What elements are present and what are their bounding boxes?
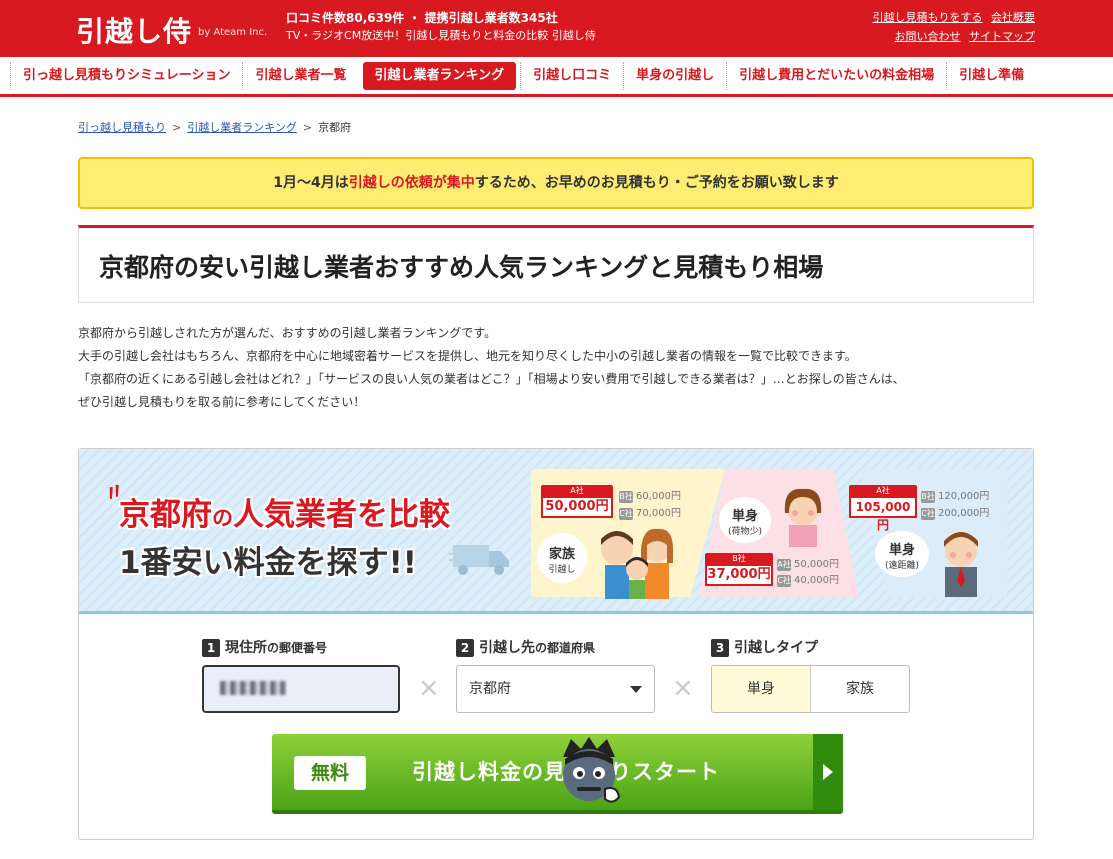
card3-b-price: B社 120,000円 (921, 491, 990, 503)
woman-illustration-icon (784, 488, 822, 547)
global-nav: 引っ越し見積もりシミュレーション 引越し業者一覧 引越し業者ランキング 引越し口… (0, 57, 1113, 97)
header-link-sitemap[interactable]: サイトマップ (969, 30, 1035, 43)
breadcrumb-separator: > (172, 121, 182, 134)
prefecture-select[interactable]: 京都府 (456, 665, 655, 713)
card1-bubble: 家族 引越し (537, 533, 587, 583)
notice-post: するため、お早めのお見積もり・ご予約をお願い致します (474, 175, 839, 191)
page-title-box: 京都府の安い引越し業者おすすめ人気ランキングと見積もり相場 (78, 225, 1034, 303)
breadcrumb-link-home[interactable]: 引っ越し見積もり (78, 121, 166, 134)
arrow-right-icon (823, 764, 833, 780)
card3-bubble: 単身 (遠距離) (875, 531, 929, 577)
logo-byline: by Ateam Inc. (198, 27, 268, 38)
card2-c-price: C社 40,000円 (777, 575, 839, 587)
estimate-panel: 〃 京都府の人気業者を比較 1番安い料金を探す!! A社 50,000円 B社 6… (78, 448, 1034, 840)
nav-item-ranking[interactable]: 引越し業者ランキング (362, 62, 517, 90)
site-header: 引越し侍 by Ateam Inc. 口コミ件数80,639件 ・ 提携引越し業… (0, 0, 1113, 57)
nav-item-single[interactable]: 単身の引越し (623, 62, 726, 90)
card1-c-price: C社 70,000円 (619, 508, 681, 520)
card3-main-price: 105,000円 (849, 496, 917, 532)
nav-item-reviews[interactable]: 引越し口コミ (520, 62, 623, 90)
header-link-company[interactable]: 会社概要 (991, 11, 1035, 24)
step3-label: 3 引越しタイプ (711, 637, 818, 657)
postal-code-redacted (220, 681, 286, 695)
step2-label: 2 引越し先の都道府県 (456, 637, 595, 657)
header-stats: 口コミ件数80,639件 ・ 提携引越し業者数345社 (286, 11, 558, 25)
header-tagline: TV・ラジオCM放送中！引越し見積もりと料金の比較 引越し侍 (286, 29, 596, 42)
times-icon: × (418, 673, 440, 703)
nav-item-company-list[interactable]: 引越し業者一覧 (242, 62, 358, 90)
nav-item-prep[interactable]: 引越し準備 (946, 62, 1036, 90)
banner-subheading: 1番安い料金を探す!! (119, 545, 417, 581)
breadcrumb-link-ranking[interactable]: 引越し業者ランキング (187, 121, 297, 134)
truck-icon (449, 545, 509, 575)
move-type-toggle: 単身 家族 (711, 665, 910, 713)
card1-main-price: 50,000円 (541, 496, 613, 518)
intro-line: 大手の引越し会社はもちろん、京都府を中心に地域密着サービスを提供し、地元を知り尽… (78, 349, 857, 363)
card2-company-tag: B社 (705, 553, 773, 564)
intro-line: 京都府から引越しされた方が選んだ、おすすめの引越し業者ランキングです。 (78, 326, 497, 340)
postal-code-input[interactable] (202, 665, 400, 713)
page-title: 京都府の安い引越し業者おすすめ人気ランキングと見積もり相場 (99, 253, 824, 282)
card3-company-tag: A社 (849, 485, 917, 496)
header-links: 引越し見積もりをする 会社概要 お問い合わせ サイトマップ (868, 8, 1036, 46)
caret-down-icon (630, 686, 642, 693)
breadcrumb-current: 京都府 (318, 121, 352, 134)
notice-highlight: 引越しの依頼が集中 (348, 175, 475, 191)
step1-label: 1 現住所の郵便番号 (202, 637, 327, 657)
card1-company-tag: A社 (541, 485, 613, 496)
card3-c-price: C社 200,000円 (921, 508, 990, 520)
free-badge: 無料 (294, 756, 366, 790)
card2-main-price: 37,000円 (705, 564, 773, 586)
card2-a-price: A社 50,000円 (777, 559, 839, 571)
breadcrumb-separator: > (302, 121, 313, 134)
banner-heading: 京都府の人気業者を比較 (119, 489, 450, 534)
comparison-banner: 〃 京都府の人気業者を比較 1番安い料金を探す!! A社 50,000円 B社 6… (79, 449, 1033, 614)
man-illustration-icon (944, 532, 978, 597)
times-icon: × (672, 673, 694, 703)
move-type-single[interactable]: 単身 (712, 666, 811, 712)
nav-item-simulation[interactable]: 引っ越し見積もりシミュレーション (10, 62, 242, 90)
site-logo[interactable]: 引越し侍 (76, 10, 192, 50)
banner-pref: 京都府 (119, 497, 212, 533)
banner-no: の (212, 506, 233, 530)
prefecture-selected-value: 京都府 (469, 681, 511, 697)
season-notice: 1月〜4月は引越しの依頼が集中するため、お早めのお見積もり・ご予約をお願い致しま… (78, 157, 1034, 209)
nav-item-cost[interactable]: 引越し費用とだいたいの料金相場 (726, 62, 946, 90)
family-illustration-icon (601, 528, 673, 599)
samurai-mascot-icon (563, 737, 621, 803)
breadcrumb: 引っ越し見積もり > 引越し業者ランキング > 京都府 (78, 119, 351, 135)
intro-line: ぜひ引越し見積もりを取る前に参考にしてください！ (78, 395, 366, 409)
header-link-estimate[interactable]: 引越し見積もりをする (873, 11, 983, 24)
banner-heading-rest: 人気業者を比較 (233, 497, 450, 533)
header-link-contact[interactable]: お問い合わせ (895, 30, 961, 43)
card2-bubble: 単身 (荷物少) (719, 497, 771, 543)
move-type-family[interactable]: 家族 (811, 666, 909, 712)
intro-line: 「京都府の近くにある引越し会社はどれ？」「サービスの良い人気の業者はどこ？」「相… (78, 372, 905, 386)
intro-text: 京都府から引越しされた方が選んだ、おすすめの引越し業者ランキングです。 大手の引… (78, 322, 905, 414)
notice-pre: 1月〜4月は (273, 175, 349, 191)
card1-b-price: B社 60,000円 (619, 491, 681, 503)
